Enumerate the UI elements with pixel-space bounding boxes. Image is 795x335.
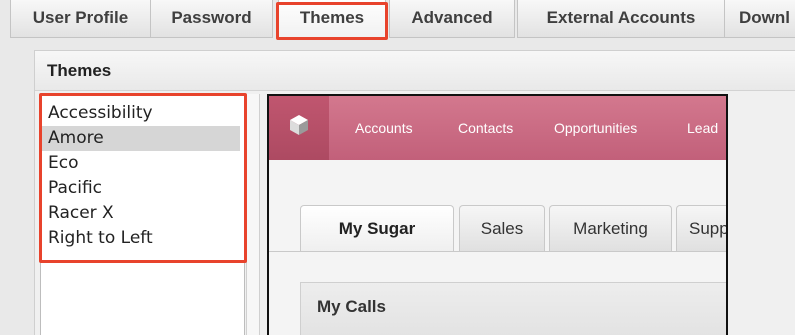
preview-tab-support[interactable]: Supp — [676, 205, 726, 251]
theme-list[interactable]: Accessibility Amore Eco Pacific Racer X … — [40, 94, 245, 335]
preview-nav-opportunities[interactable]: Opportunities — [554, 96, 637, 160]
theme-item-eco[interactable]: Eco — [41, 151, 240, 176]
tab-themes[interactable]: Themes — [278, 0, 386, 38]
preview-nav-bar: Accounts Contacts Opportunities Lead — [269, 96, 726, 160]
tab-password[interactable]: Password — [150, 0, 273, 38]
tab-user-profile[interactable]: User Profile — [10, 0, 151, 38]
tab-external-accounts[interactable]: External Accounts — [517, 0, 725, 38]
theme-list-scrollbar[interactable] — [246, 94, 260, 335]
tab-bar: User Profile Password Themes Advanced Ex… — [0, 0, 795, 42]
theme-item-amore[interactable]: Amore — [41, 126, 240, 151]
cube-icon — [290, 115, 308, 135]
theme-item-right-to-left[interactable]: Right to Left — [41, 226, 240, 251]
preview-tab-marketing[interactable]: Marketing — [549, 205, 672, 251]
preview-dashlet-title: My Calls — [300, 282, 726, 335]
theme-item-racer-x[interactable]: Racer X — [41, 201, 240, 226]
preview-nav-leads[interactable]: Lead — [687, 96, 718, 160]
theme-item-pacific[interactable]: Pacific — [41, 176, 240, 201]
preview-logo — [269, 96, 329, 160]
preview-tab-my-sugar[interactable]: My Sugar — [300, 205, 454, 251]
preview-tab-sales[interactable]: Sales — [459, 205, 545, 251]
theme-item-accessibility[interactable]: Accessibility — [41, 101, 240, 126]
tab-advanced[interactable]: Advanced — [389, 0, 515, 38]
tab-downloads[interactable]: Downl — [724, 0, 795, 38]
theme-preview: Accounts Contacts Opportunities Lead My … — [267, 94, 728, 335]
preview-nav-accounts[interactable]: Accounts — [355, 96, 413, 160]
preview-tab-divider — [269, 251, 726, 252]
panel-title: Themes — [35, 51, 795, 91]
preview-nav-contacts[interactable]: Contacts — [458, 96, 513, 160]
